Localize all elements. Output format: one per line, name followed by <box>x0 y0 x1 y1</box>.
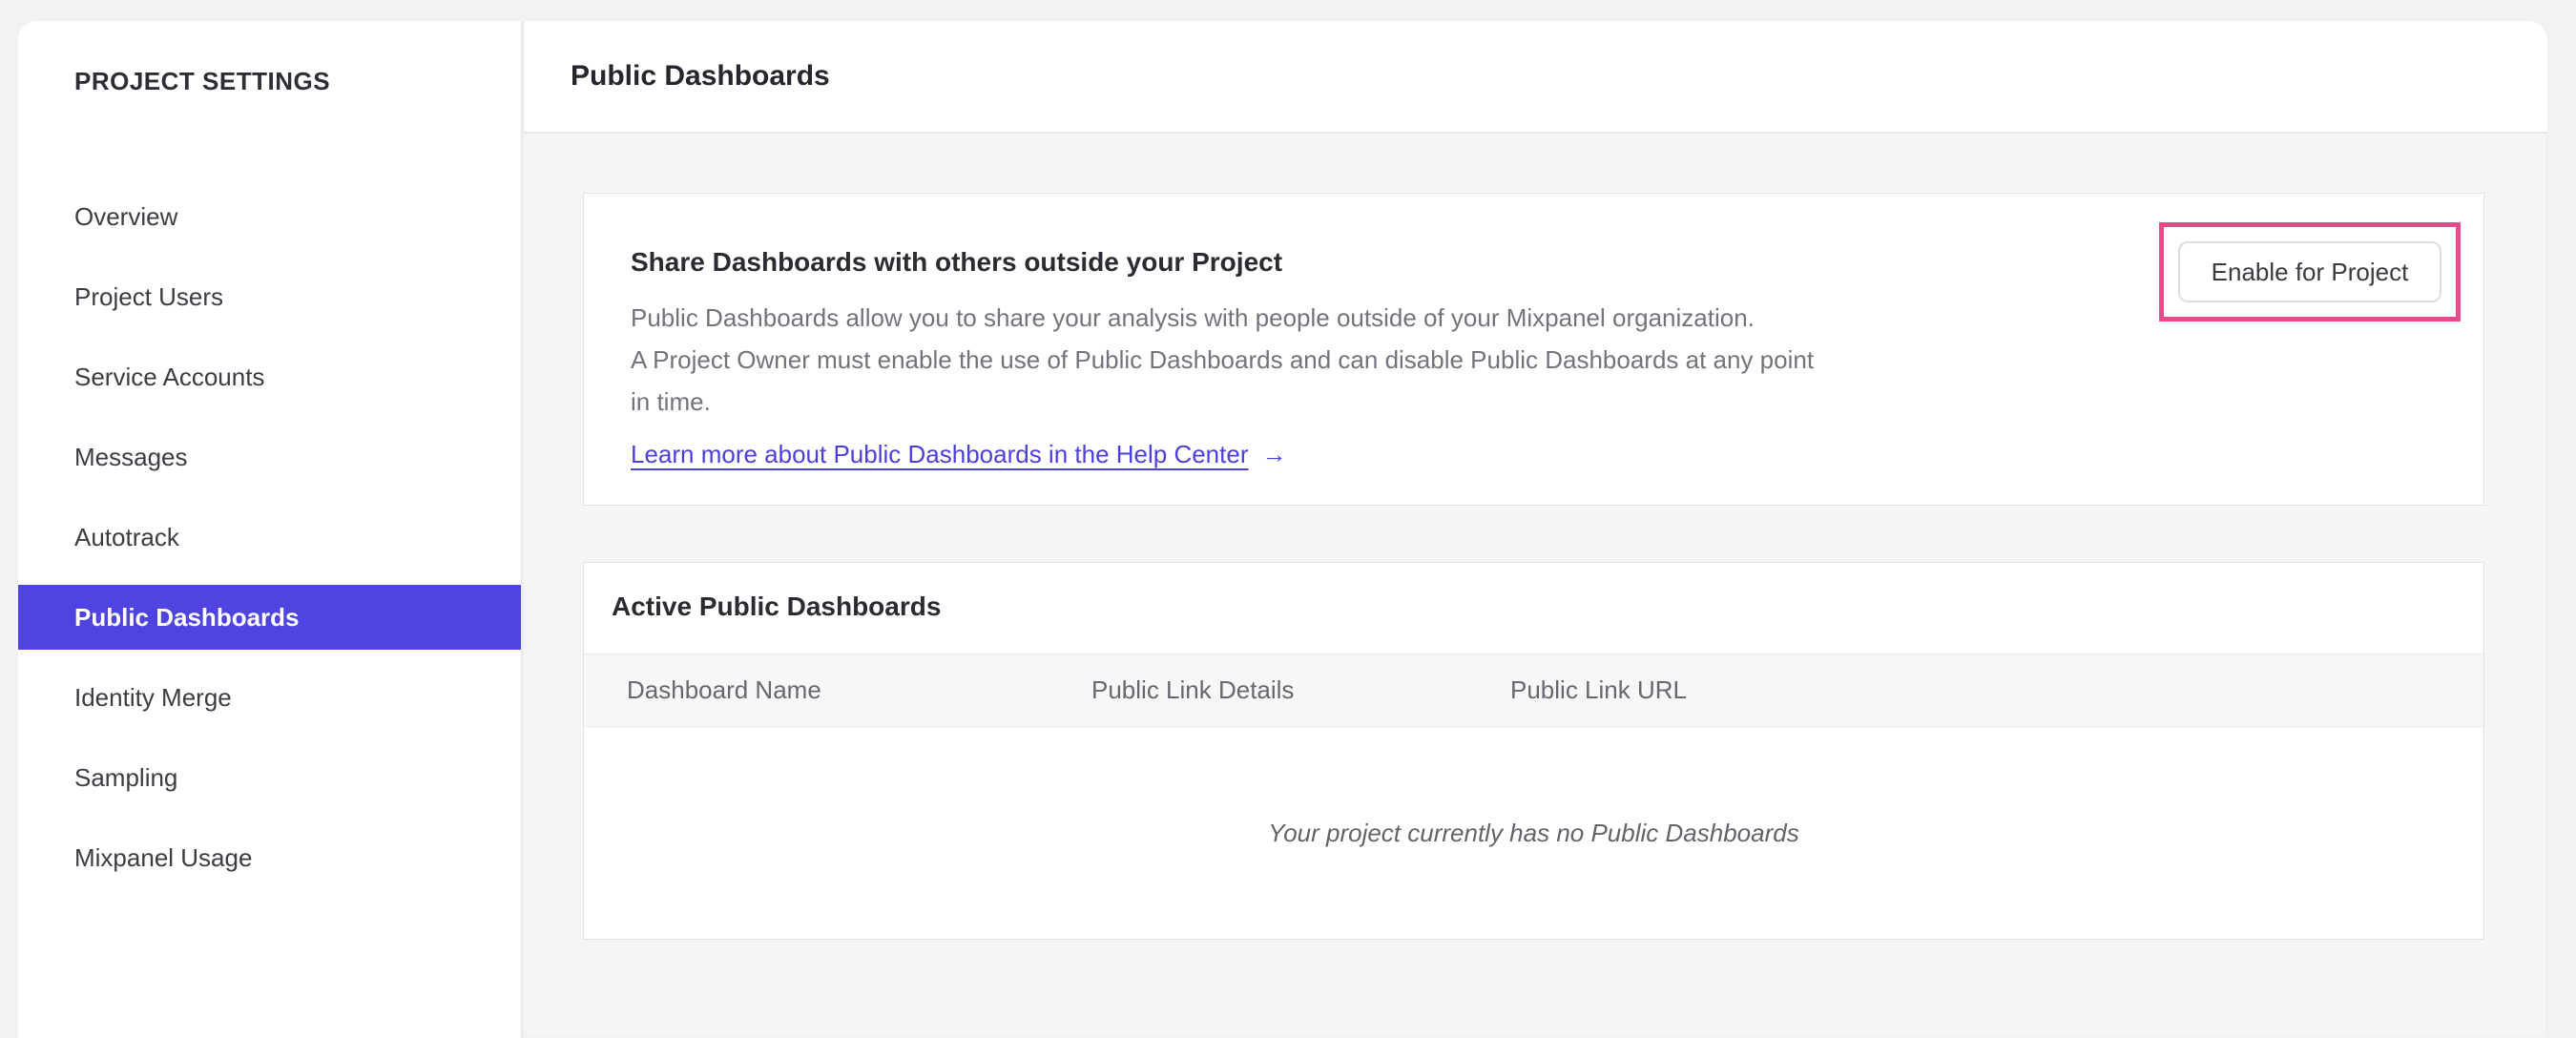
project-settings-sidebar: PROJECT SETTINGS Overview Project Users … <box>18 21 523 1038</box>
main-header: Public Dashboards <box>525 21 2547 134</box>
learn-more-row: Learn more about Public Dashboards in th… <box>631 440 2438 469</box>
sidebar-item-project-users[interactable]: Project Users <box>18 264 521 329</box>
column-header-dashboard-name: Dashboard Name <box>627 675 821 704</box>
share-dashboards-card: Share Dashboards with others outside you… <box>583 193 2484 506</box>
sidebar-item-public-dashboards[interactable]: Public Dashboards <box>18 585 521 650</box>
arrow-right-icon: → <box>1261 440 1287 468</box>
active-card-heading: Active Public Dashboards <box>612 592 942 621</box>
sidebar-item-messages[interactable]: Messages <box>18 425 521 489</box>
highlight-annotation-box: Enable for Project <box>2159 222 2461 322</box>
dashboards-table-header: Dashboard Name Public Link Details Publi… <box>584 654 2483 727</box>
enable-for-project-button[interactable]: Enable for Project <box>2178 241 2441 302</box>
sidebar-item-service-accounts[interactable]: Service Accounts <box>18 344 521 409</box>
sidebar-title: PROJECT SETTINGS <box>74 67 331 95</box>
empty-state-message: Your project currently has no Public Das… <box>1268 818 1799 847</box>
sidebar-nav: Overview Project Users Service Accounts … <box>18 184 521 890</box>
column-header-public-link-details: Public Link Details <box>1091 675 1295 704</box>
active-dashboards-card: Active Public Dashboards Dashboard Name … <box>583 562 2484 940</box>
sidebar-item-overview[interactable]: Overview <box>18 184 521 249</box>
learn-more-link[interactable]: Learn more about Public Dashboards in th… <box>631 440 1249 468</box>
main-content: Public Dashboards Share Dashboards with … <box>525 21 2547 1038</box>
sidebar-item-mixpanel-usage[interactable]: Mixpanel Usage <box>18 825 521 890</box>
column-header-public-link-url: Public Link URL <box>1510 675 1687 704</box>
sidebar-item-identity-merge[interactable]: Identity Merge <box>18 665 521 730</box>
description-line: A Project Owner must enable the use of P… <box>631 345 1815 374</box>
main-body: Share Dashboards with others outside you… <box>525 134 2547 1036</box>
description-line: in time. <box>631 387 711 416</box>
sidebar-item-autotrack[interactable]: Autotrack <box>18 505 521 570</box>
sidebar-item-sampling[interactable]: Sampling <box>18 745 521 810</box>
page-title: Public Dashboards <box>571 60 830 92</box>
